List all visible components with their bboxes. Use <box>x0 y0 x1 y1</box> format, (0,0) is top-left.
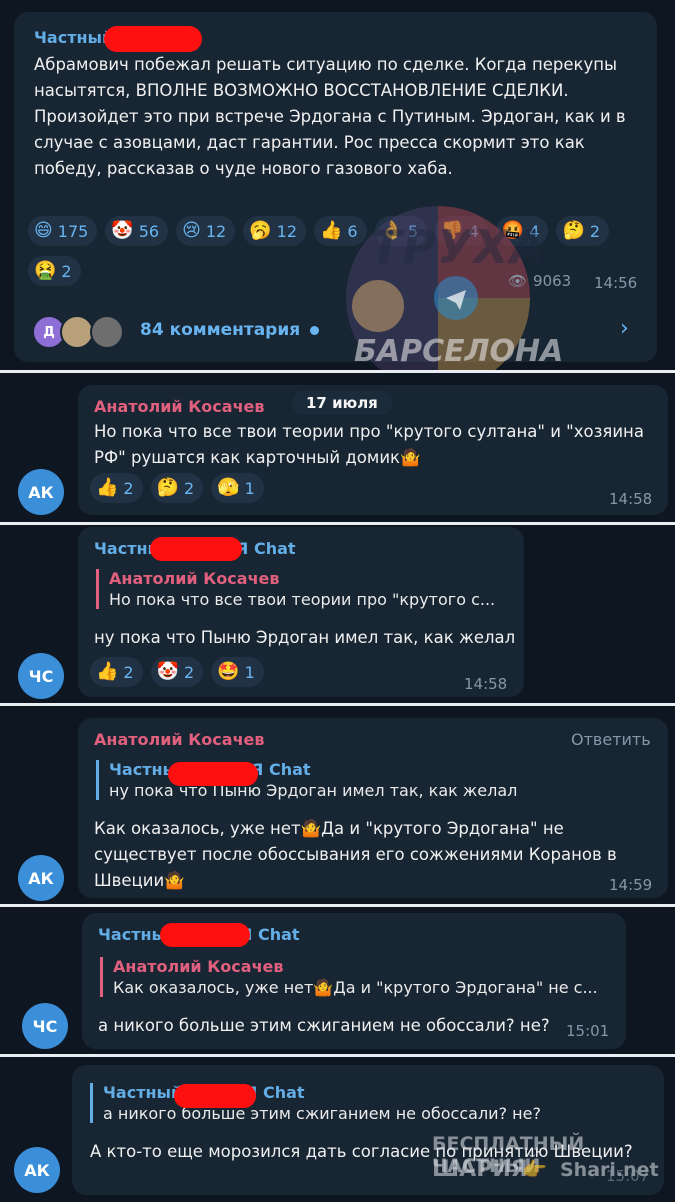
post-panel: Частный ШАРИЯ Абрамович побежал решать с… <box>0 0 675 390</box>
reply-text: Но пока что все твои теории про "крутого… <box>109 590 496 609</box>
message-time: 14:59 <box>609 876 653 894</box>
avatar[interactable]: АК <box>18 469 64 515</box>
reply-button[interactable]: Ответить <box>571 730 651 749</box>
message-panel-1: Анатолий Косачев 17 июля Но пока что все… <box>0 373 675 522</box>
message-text: Как оказалось, уже нет🤷Да и "крутого Эрд… <box>94 819 617 890</box>
avatar[interactable]: АК <box>14 1147 60 1193</box>
commenter-avatar-bird <box>60 315 94 349</box>
reaction-star-struck[interactable]: 🤩 1 <box>211 657 264 687</box>
reply-quote[interactable]: Анатолий Косачев Как оказалось, уже нет🤷… <box>100 957 598 997</box>
reaction-thumbs-up[interactable]: 👍 6 <box>314 216 367 246</box>
post-views: 👁 9063 <box>508 272 572 290</box>
avatar[interactable]: ЧС <box>18 653 64 699</box>
message-author[interactable]: Анатолий Косачев <box>94 397 265 416</box>
reaction-thumbs-up[interactable]: 👍 2 <box>90 473 143 503</box>
redaction-mark <box>104 26 202 52</box>
comments-link[interactable]: 84 комментария <box>140 320 300 340</box>
redaction-mark <box>160 923 250 947</box>
redaction-mark <box>168 762 258 786</box>
reaction-yawn[interactable]: 🥱 12 <box>243 216 306 246</box>
commenter-avatar-ball <box>90 315 124 349</box>
message-panel-3: Анатолий Косачев Ответить Частный ШАРИЯ … <box>0 706 675 904</box>
reaction-grin[interactable]: 😄 175 <box>28 216 98 246</box>
date-separator: 17 июля <box>292 391 392 415</box>
redaction-mark <box>150 537 242 561</box>
reaction-peek[interactable]: 🫣 1 <box>211 473 264 503</box>
unread-dot <box>310 326 319 335</box>
avatar[interactable]: ЧС <box>22 1003 68 1049</box>
reaction-thinking[interactable]: 🤔 2 <box>150 473 204 503</box>
message-time: 15:07 <box>606 1167 650 1185</box>
reaction-cry[interactable]: 😢 12 <box>176 216 236 246</box>
reply-author: Анатолий Косачев <box>109 569 280 588</box>
message-panel-5: Частный ШАРИЯ Chat а никого больше этим … <box>0 1057 675 1202</box>
bottom-watermark-line2: ШАРИЯ <box>432 1157 528 1182</box>
message-time: 15:01 <box>566 1022 610 1040</box>
message-text: Но пока что все твои теории про "крутого… <box>94 422 644 467</box>
message-reactions: 👍 2 🤔 2 🫣 1 <box>90 473 264 503</box>
message-time: 14:58 <box>464 675 508 693</box>
message-panel-2: Частный ШАРИЯ Chat Анатолий Косачев Но п… <box>0 525 675 703</box>
avatar[interactable]: АК <box>18 855 64 901</box>
message-text: ну пока что Пыню Эрдоган имел так, как ж… <box>94 628 516 647</box>
message-time: 14:58 <box>609 490 653 508</box>
post-text: Абрамович побежал решать ситуацию по сде… <box>34 55 626 178</box>
reaction-clown[interactable]: 🤡 56 <box>105 216 169 246</box>
reaction-thumbs-up[interactable]: 👍 2 <box>90 657 143 687</box>
reaction-cursing[interactable]: 🤬 4 <box>495 216 549 246</box>
message-reactions: 👍 2 🤡 2 🤩 1 <box>90 657 264 687</box>
message-author[interactable]: Анатолий Косачев <box>94 730 265 749</box>
message-text: а никого больше этим сжиганием не обосса… <box>98 1016 550 1035</box>
reply-quote[interactable]: Анатолий Косачев Но пока что все твои те… <box>96 569 495 609</box>
reply-text: Как оказалось, уже нет🤷Да и "крутого Эрд… <box>113 978 598 997</box>
message-panel-4: Частный ШАРИЯ Chat Анатолий Косачев Как … <box>0 907 675 1054</box>
chevron-right-icon[interactable]: › <box>620 316 629 341</box>
reply-text: ну пока что Пыню Эрдоган имел так, как ж… <box>109 781 518 800</box>
reaction-thinking[interactable]: 🤔 2 <box>556 216 610 246</box>
post-time: 14:56 <box>594 274 638 292</box>
reaction-vomit[interactable]: 🤮 2 <box>28 256 81 286</box>
reply-author: Анатолий Косачев <box>113 957 284 976</box>
reply-text: а никого больше этим сжиганием не обосса… <box>103 1104 541 1123</box>
reply-author: Частный ШАРИЯ Chat <box>103 1083 305 1102</box>
reply-quote[interactable]: Частный ШАРИЯ Chat а никого больше этим … <box>90 1083 541 1123</box>
reaction-thumbs-down[interactable]: 👎 4 <box>435 216 488 246</box>
pointing-hand-icon: 👉 <box>522 1157 547 1181</box>
redaction-mark <box>174 1084 256 1108</box>
eye-icon: 👁 <box>508 272 528 290</box>
reply-quote[interactable]: Частный ШАРИЯ Chat ну пока что Пыню Эрдо… <box>96 760 517 800</box>
reaction-ok-hand[interactable]: 👌 5 <box>374 216 428 246</box>
reaction-clown[interactable]: 🤡 2 <box>150 657 204 687</box>
